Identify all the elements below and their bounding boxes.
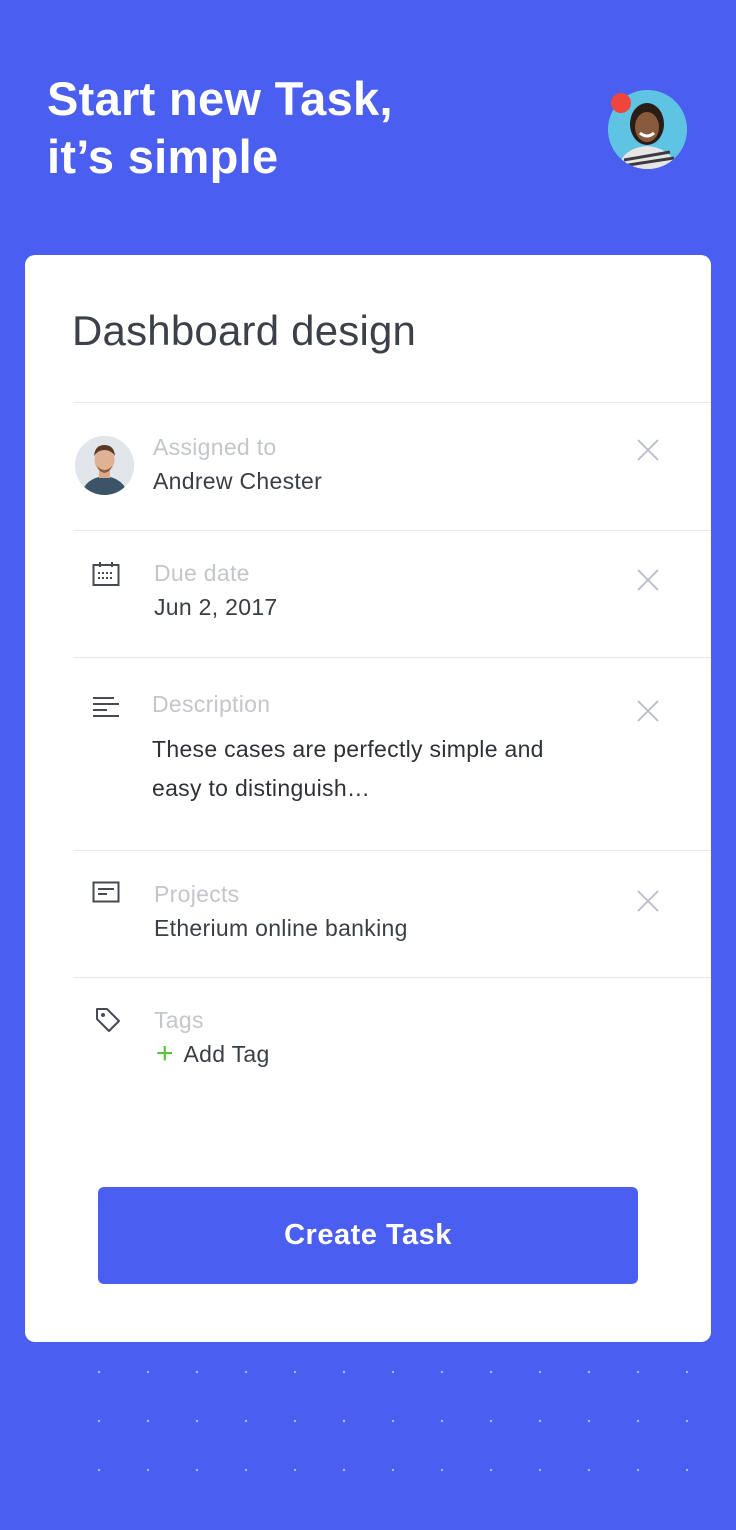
decoration-dot [195, 1468, 199, 1472]
due-date-label: Due date [154, 560, 250, 586]
decoration-dot [391, 1419, 395, 1423]
decoration-dot [587, 1419, 591, 1423]
decoration-dot [97, 1468, 101, 1472]
decoration-dot [146, 1468, 150, 1472]
projects-label: Projects [154, 881, 240, 907]
tag-icon [96, 1008, 120, 1032]
dot-pattern-decoration [97, 1370, 689, 1472]
decoration-dot [587, 1468, 591, 1472]
assigned-to-label: Assigned to [153, 434, 277, 460]
decoration-dot [146, 1419, 150, 1423]
decoration-dot [538, 1370, 542, 1374]
due-date-close-icon[interactable] [636, 568, 660, 592]
text-lines-icon [93, 697, 119, 717]
decoration-dot [391, 1370, 395, 1374]
divider [73, 657, 711, 658]
decoration-dot [244, 1419, 248, 1423]
create-task-button[interactable]: Create Task [98, 1187, 638, 1284]
decoration-dot [195, 1370, 199, 1374]
decoration-dot [587, 1370, 591, 1374]
decoration-dot [440, 1468, 444, 1472]
decoration-dot [636, 1370, 640, 1374]
heading-line-2: it’s simple [47, 130, 279, 183]
decoration-dot [342, 1468, 346, 1472]
notification-dot [611, 93, 631, 113]
decoration-dot [685, 1468, 689, 1472]
decoration-dot [97, 1419, 101, 1423]
decoration-dot [244, 1370, 248, 1374]
divider [73, 530, 711, 531]
decoration-dot [146, 1370, 150, 1374]
decoration-dot [244, 1468, 248, 1472]
decoration-dot [440, 1370, 444, 1374]
description-value[interactable]: These cases are perfectly simple and eas… [152, 730, 592, 808]
decoration-dot [342, 1370, 346, 1374]
decoration-dot [538, 1468, 542, 1472]
decoration-dot [685, 1370, 689, 1374]
tags-label: Tags [154, 1007, 204, 1033]
decoration-dot [685, 1419, 689, 1423]
description-label: Description [152, 691, 271, 717]
task-title[interactable]: Dashboard design [72, 307, 416, 355]
add-tag-button[interactable]: + Add Tag [156, 1039, 270, 1069]
decoration-dot [391, 1468, 395, 1472]
plus-icon: + [156, 1037, 174, 1070]
page: Start new Task, it’s simple Dashboard de… [0, 0, 736, 1530]
calendar-icon [92, 562, 120, 586]
decoration-dot [636, 1468, 640, 1472]
projects-close-icon[interactable] [636, 889, 660, 913]
assignee-photo-icon [75, 436, 134, 495]
decoration-dot [636, 1419, 640, 1423]
heading-line-1: Start new Task, [47, 72, 393, 125]
projects-value[interactable]: Etherium online banking [154, 915, 408, 942]
assigned-to-value[interactable]: Andrew Chester [153, 468, 322, 495]
divider [73, 402, 711, 403]
decoration-dot [293, 1419, 297, 1423]
decoration-dot [293, 1370, 297, 1374]
divider [73, 977, 711, 978]
description-close-icon[interactable] [636, 699, 660, 723]
decoration-dot [195, 1419, 199, 1423]
assigned-to-close-icon[interactable] [636, 438, 660, 462]
assignee-avatar [75, 436, 134, 495]
decoration-dot [440, 1419, 444, 1423]
due-date-value[interactable]: Jun 2, 2017 [154, 594, 278, 621]
page-heading: Start new Task, it’s simple [47, 70, 393, 186]
message-box-icon [92, 881, 120, 903]
decoration-dot [489, 1468, 493, 1472]
decoration-dot [538, 1419, 542, 1423]
decoration-dot [293, 1468, 297, 1472]
decoration-dot [342, 1419, 346, 1423]
add-tag-label: Add Tag [183, 1040, 270, 1067]
decoration-dot [97, 1370, 101, 1374]
decoration-dot [489, 1370, 493, 1374]
task-card: Dashboard design Assigned to Andrew Ches… [25, 255, 711, 1342]
divider [73, 850, 711, 851]
decoration-dot [489, 1419, 493, 1423]
